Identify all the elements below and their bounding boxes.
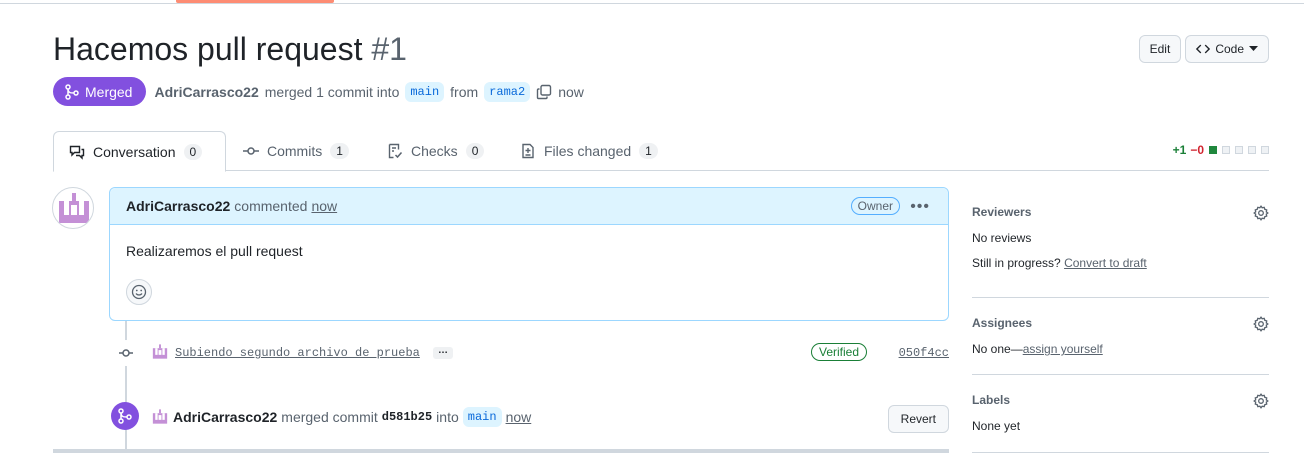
git-commit-icon [113, 340, 139, 366]
pr-state-row: Merged AdriCarrasco22 merged 1 commit in… [53, 77, 584, 106]
merge-time-link[interactable]: now [506, 409, 532, 425]
tab-commits-label: Commits [267, 143, 323, 159]
assignees-value: No one—assign yourself [972, 342, 1269, 356]
code-icon [1196, 44, 1211, 54]
diffstat-block [1209, 146, 1217, 154]
diffstat-block [1248, 146, 1256, 154]
draft-status-text: Still in progress? [972, 256, 1061, 270]
merge-summary: merged 1 commit into [264, 83, 400, 100]
sidebar-assignees: Assignees No one—assign yourself [972, 298, 1269, 375]
timeline-divider [53, 449, 949, 453]
copy-icon[interactable] [536, 84, 552, 100]
commit-message-link[interactable]: Subiendo segundo archivo de prueba [175, 346, 420, 360]
draft-status: Still in progress? Convert to draft [972, 256, 1269, 270]
tab-commits-count: 1 [330, 143, 349, 159]
labels-value: None yet [972, 419, 1021, 433]
file-diff-icon [522, 143, 534, 159]
sidebar-reviewers: Reviewers No reviews Still in progress? … [972, 187, 1269, 298]
comment-author-avatar[interactable] [52, 187, 94, 229]
gear-icon[interactable] [1253, 205, 1269, 221]
convert-to-draft-link[interactable]: Convert to draft [1064, 256, 1147, 270]
tab-files-changed-count: 1 [639, 143, 658, 159]
tab-conversation-count: 0 [183, 143, 203, 160]
pr-number: #1 [371, 31, 407, 67]
revert-button[interactable]: Revert [887, 405, 949, 433]
tab-conversation-label: Conversation [93, 143, 176, 160]
tab-checks[interactable]: Checks 0 [387, 131, 485, 171]
gear-icon[interactable] [1253, 393, 1269, 409]
checklist-icon [388, 143, 403, 159]
diffstat-block [1235, 146, 1243, 154]
tab-checks-count: 0 [465, 143, 485, 159]
merge-author-avatar[interactable] [150, 407, 170, 427]
caret-down-icon [1249, 46, 1258, 51]
git-merge-icon [65, 83, 79, 100]
git-commit-icon [243, 147, 259, 155]
reviewers-value: No reviews [972, 231, 1032, 245]
tab-commits[interactable]: Commits 1 [243, 131, 349, 171]
merge-author-link[interactable]: AdriCarrasco22 [173, 409, 277, 425]
diffstat-deletions: −0 [1190, 143, 1204, 157]
diffstat-additions: +1 [1172, 143, 1187, 157]
merge-target-branch[interactable]: main [462, 407, 502, 427]
diffstat-block [1222, 146, 1230, 154]
comment-action: commented [234, 198, 308, 214]
git-merge-icon [111, 402, 139, 430]
comment-body: Realizaremos el pull request [126, 243, 303, 259]
commit-author-avatar[interactable] [150, 342, 170, 362]
code-label: Code [1215, 42, 1244, 56]
from-text: from [450, 83, 479, 100]
timeline-merge-item: AdriCarrasco22 merged commit d581b25 int… [111, 402, 949, 434]
tab-checks-label: Checks [411, 143, 458, 159]
diffstat-block [1261, 146, 1269, 154]
merge-event-text: AdriCarrasco22 merged commit d581b25 int… [173, 407, 531, 427]
page-title: Hacemos pull request #1 [53, 28, 407, 70]
diffstat: +1 −0 [1173, 143, 1269, 157]
code-button[interactable]: Code [1185, 35, 1269, 63]
pr-time: now [558, 83, 584, 100]
pr-title: Hacemos pull request [53, 31, 363, 67]
timeline-commit-item: Subiendo segundo archivo de prueba … Ver… [113, 340, 949, 368]
merge-commit-sha-link[interactable]: d581b25 [382, 410, 432, 424]
sidebar-labels: Labels None yet [972, 375, 1269, 453]
commit-expand-button[interactable]: … [433, 346, 453, 359]
comment-time-link[interactable]: now [311, 198, 337, 214]
base-branch[interactable]: main [405, 81, 445, 102]
comment-author[interactable]: AdriCarrasco22 [126, 198, 230, 214]
pr-sidebar: Reviewers No reviews Still in progress? … [972, 187, 1269, 453]
assign-yourself-link[interactable]: assign yourself [1023, 342, 1103, 356]
gear-icon[interactable] [1253, 316, 1269, 332]
assignees-title: Assignees [972, 316, 1033, 330]
tab-files-changed[interactable]: Files changed 1 [520, 131, 658, 171]
top-nav-underline [0, 0, 1304, 4]
head-branch[interactable]: rama2 [484, 81, 531, 102]
tab-files-changed-label: Files changed [544, 143, 632, 159]
pr-author-link[interactable]: AdriCarrasco22 [154, 84, 258, 100]
smiley-icon [131, 284, 147, 300]
pr-tabs: Conversation 0 Commits 1 Checks 0 Files … [53, 131, 1269, 172]
commit-sha-link[interactable]: 050f4cc [899, 346, 949, 360]
merge-into-text: into [436, 409, 459, 425]
verified-badge[interactable]: Verified [811, 343, 868, 361]
edit-button[interactable]: Edit [1138, 35, 1182, 63]
header-actions: Edit Code [1138, 35, 1269, 63]
labels-title: Labels [972, 393, 1011, 407]
comment-header: AdriCarrasco22 commented now [110, 188, 948, 225]
comment-box: AdriCarrasco22 commented now Owner ••• R… [109, 187, 949, 321]
active-nav-indicator [176, 0, 334, 3]
merge-action: merged commit [281, 409, 378, 425]
assignees-none: No one— [972, 342, 1023, 356]
reviewers-title: Reviewers [972, 205, 1032, 219]
state-label: Merged [85, 83, 133, 100]
kebab-horizontal-icon[interactable]: ••• [910, 198, 930, 216]
owner-badge: Owner [850, 197, 900, 215]
merged-state-badge: Merged [53, 77, 147, 106]
tab-conversation[interactable]: Conversation 0 [53, 131, 226, 172]
edit-label: Edit [1149, 42, 1171, 56]
add-reaction-button[interactable] [126, 279, 152, 305]
comment-discussion-icon [69, 145, 85, 160]
